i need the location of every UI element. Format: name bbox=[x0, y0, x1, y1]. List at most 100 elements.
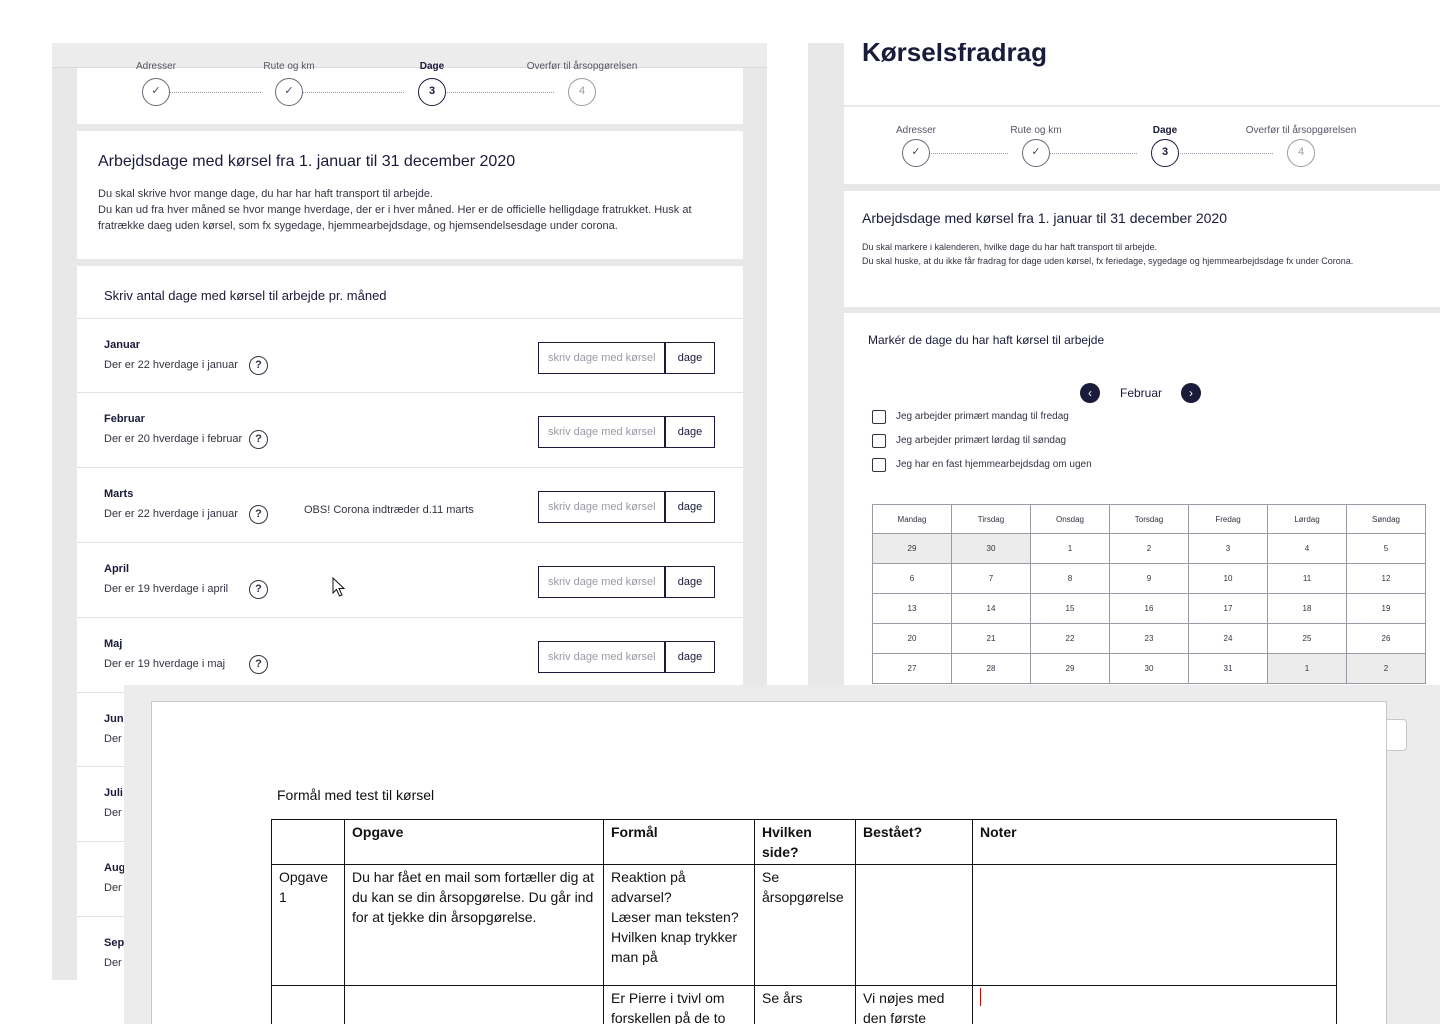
right-intro-title: Arbejdsdage med kørsel fra 1. januar til… bbox=[862, 210, 1227, 226]
calendar-day[interactable]: 27 bbox=[872, 653, 952, 684]
month-row: Marts Der er 22 hverdage i januar? skriv d… bbox=[77, 467, 743, 541]
checkbox-label: Jeg har en fast hjemmearbejdsdag om ugen bbox=[896, 459, 1092, 470]
calendar-day[interactable]: 15 bbox=[1030, 593, 1110, 624]
calendar-day[interactable]: 29 bbox=[1030, 653, 1110, 684]
weekday-header: Tirsdag bbox=[951, 504, 1031, 534]
doc-table-cell[interactable]: Vi nøjes med den første bbox=[855, 985, 973, 1024]
doc-table-cell[interactable]: Er Pierre i tvivl om forskellen på de to bbox=[603, 985, 755, 1024]
calendar-day[interactable]: 14 bbox=[951, 593, 1031, 624]
doc-table-cell[interactable] bbox=[972, 864, 1337, 986]
doc-table-cell[interactable] bbox=[271, 985, 345, 1024]
doc-table-cell[interactable] bbox=[972, 985, 1337, 1024]
doc-column-header: Noter bbox=[972, 819, 1337, 865]
step-label: Rute og km bbox=[1010, 125, 1062, 136]
calendar-day[interactable]: 6 bbox=[872, 563, 952, 594]
checkbox[interactable] bbox=[872, 410, 886, 424]
calendar-day[interactable]: 28 bbox=[951, 653, 1031, 684]
step-check-icon[interactable]: ✓ bbox=[902, 139, 930, 167]
document-page[interactable]: Formål med test til kørsel Opgave Formål H… bbox=[151, 701, 1387, 1024]
days-unit-label: dage bbox=[665, 641, 715, 673]
calendar-day[interactable]: 21 bbox=[951, 623, 1031, 654]
doc-column-header: Bestået? bbox=[855, 819, 973, 865]
calendar-day[interactable]: 16 bbox=[1109, 593, 1189, 624]
next-month-button[interactable]: › bbox=[1181, 383, 1201, 403]
calendar-day[interactable]: 13 bbox=[872, 593, 952, 624]
help-icon[interactable]: ? bbox=[249, 356, 268, 375]
calendar-day[interactable]: 12 bbox=[1346, 563, 1426, 594]
step-check-icon[interactable]: ✓ bbox=[1022, 139, 1050, 167]
left-stepper-card: Adresser ✓ Rute og km ✓ Dage 3 Overfør til års… bbox=[77, 61, 743, 124]
help-icon[interactable]: ? bbox=[249, 505, 268, 524]
calendar-day[interactable]: 30 bbox=[1109, 653, 1189, 684]
calendar-day[interactable]: 11 bbox=[1267, 563, 1347, 594]
month-weekday-count: Der bbox=[104, 882, 122, 894]
doc-table-cell[interactable]: Du har fået en mail som fortæller dig at… bbox=[344, 864, 604, 986]
calendar-day[interactable]: 17 bbox=[1188, 593, 1268, 624]
doc-column-header: Formål bbox=[603, 819, 755, 865]
doc-cell-text: Du har fået en mail som fortæller dig at… bbox=[352, 869, 594, 925]
right-intro-card: Arbejdsdage med kørsel fra 1. januar til… bbox=[844, 191, 1440, 307]
calendar-day[interactable]: 4 bbox=[1267, 533, 1347, 564]
checkbox-label: Jeg arbejder primært mandag til fredag bbox=[896, 411, 1069, 422]
calendar-day[interactable]: 19 bbox=[1346, 593, 1426, 624]
step-check-icon[interactable]: ✓ bbox=[142, 78, 170, 106]
step-label: Overfør til årsopgørelsen bbox=[526, 61, 638, 72]
days-input[interactable]: skriv dage med kørsel bbox=[538, 342, 665, 374]
doc-table-cell[interactable]: Se års bbox=[754, 985, 856, 1024]
calendar-day[interactable]: 2 bbox=[1109, 533, 1189, 564]
calendar-day[interactable]: 18 bbox=[1267, 593, 1347, 624]
calendar-day[interactable]: 3 bbox=[1188, 533, 1268, 564]
calendar-week-row: 29 30 1 2 3 4 5 bbox=[872, 533, 1426, 564]
prev-month-button[interactable]: ‹ bbox=[1080, 383, 1100, 403]
step-number[interactable]: 3 bbox=[418, 78, 446, 106]
days-input[interactable]: skriv dage med kørsel bbox=[538, 641, 665, 673]
doc-table-cell[interactable] bbox=[344, 985, 604, 1024]
calendar-day-outside-month[interactable]: 2 bbox=[1346, 653, 1426, 684]
calendar-day[interactable]: 5 bbox=[1346, 533, 1426, 564]
days-input[interactable]: skriv dage med kørsel bbox=[538, 416, 665, 448]
doc-table-cell[interactable]: Opgave 1 bbox=[271, 864, 345, 986]
calendar-day[interactable]: 26 bbox=[1346, 623, 1426, 654]
doc-table-cell[interactable]: Reaktion på advarsel? Læser man teksten?… bbox=[603, 864, 755, 986]
month-weekday-count: Der bbox=[104, 733, 122, 745]
month-row: Januar Der er 22 hverdage i januar? skriv … bbox=[77, 318, 743, 392]
calendar-day[interactable]: 7 bbox=[951, 563, 1031, 594]
calendar-day-outside-month[interactable]: 29 bbox=[872, 533, 952, 564]
checkbox-label: Jeg arbejder primært lørdag til søndag bbox=[896, 435, 1067, 446]
calendar-day[interactable]: 10 bbox=[1188, 563, 1268, 594]
calendar-day[interactable]: 8 bbox=[1030, 563, 1110, 594]
calendar-day[interactable]: 24 bbox=[1188, 623, 1268, 654]
checkbox[interactable] bbox=[872, 458, 886, 472]
calendar-day[interactable]: 22 bbox=[1030, 623, 1110, 654]
calendar-grid: Mandag Tirsdag Onsdag Torsdag Fredag Lørdag Sø… bbox=[872, 504, 1426, 684]
help-icon[interactable]: ? bbox=[249, 655, 268, 674]
step-check-icon[interactable]: ✓ bbox=[275, 78, 303, 106]
month-weekday-count: Der bbox=[104, 807, 122, 819]
step-number[interactable]: 3 bbox=[1151, 139, 1179, 167]
step-number[interactable]: 4 bbox=[568, 78, 596, 106]
calendar-day[interactable]: 25 bbox=[1267, 623, 1347, 654]
test-task-table: Opgave Formål Hvilken side? Bestået? Noter O… bbox=[271, 819, 1337, 1024]
calendar-day-outside-month[interactable]: 30 bbox=[951, 533, 1031, 564]
calendar-day[interactable]: 1 bbox=[1030, 533, 1110, 564]
doc-cell-text: Reaktion på advarsel? Læser man teksten?… bbox=[611, 869, 739, 965]
calendar-day[interactable]: 9 bbox=[1109, 563, 1189, 594]
step-number[interactable]: 4 bbox=[1287, 139, 1315, 167]
doc-table-cell[interactable] bbox=[855, 864, 973, 986]
help-icon[interactable]: ? bbox=[249, 430, 268, 449]
days-input[interactable]: skriv dage med kørsel bbox=[538, 491, 665, 523]
checkbox[interactable] bbox=[872, 434, 886, 448]
doc-column-header bbox=[271, 819, 345, 865]
doc-table-row: Opgave 1 Du har fået en mail som fortælle… bbox=[271, 864, 1337, 986]
doc-table-cell[interactable]: Se årsopgørelse bbox=[754, 864, 856, 986]
calendar-day[interactable]: 31 bbox=[1188, 653, 1268, 684]
calendar-week-row: 6 7 8 9 10 11 12 bbox=[872, 563, 1426, 594]
step-connector bbox=[156, 92, 261, 93]
calendar-day[interactable]: 23 bbox=[1109, 623, 1189, 654]
calendar-day[interactable]: 20 bbox=[872, 623, 952, 654]
help-icon[interactable]: ? bbox=[249, 580, 268, 599]
month-name: Maj bbox=[104, 638, 123, 650]
calendar-day-outside-month[interactable]: 1 bbox=[1267, 653, 1347, 684]
days-input[interactable]: skriv dage med kørsel bbox=[538, 566, 665, 598]
calendar-weekday-row: Mandag Tirsdag Onsdag Torsdag Fredag Lørdag Sø… bbox=[872, 504, 1426, 534]
